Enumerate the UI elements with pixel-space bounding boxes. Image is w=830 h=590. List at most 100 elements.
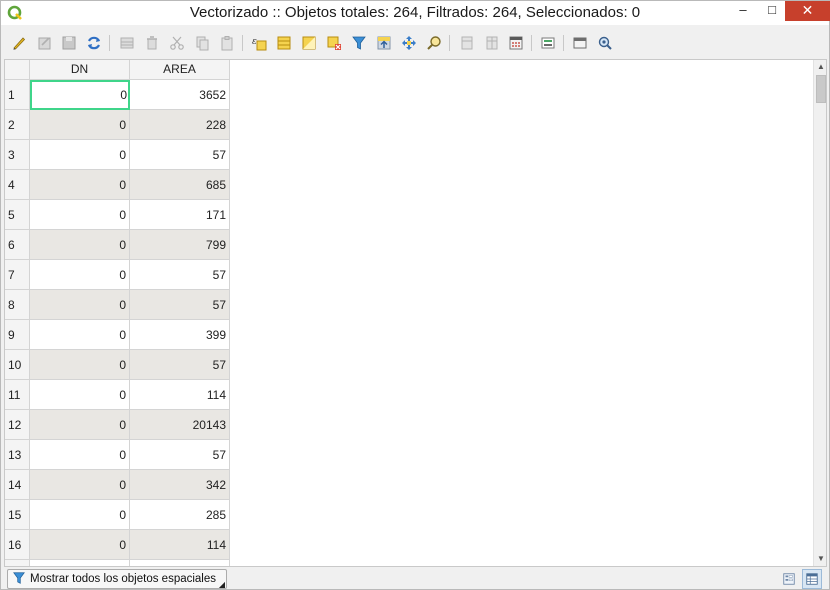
cell-dn[interactable]: 0	[30, 530, 130, 560]
deselect-all-icon[interactable]	[324, 33, 344, 53]
row-header[interactable]: 10	[5, 350, 30, 380]
cell-dn[interactable]: 0	[30, 440, 130, 470]
row-header[interactable]: 6	[5, 230, 30, 260]
table-row[interactable]: 17	[5, 560, 230, 566]
cell-dn[interactable]: 0	[30, 170, 130, 200]
cell-area[interactable]	[130, 560, 230, 566]
invert-selection-icon[interactable]	[299, 33, 319, 53]
cell-area[interactable]: 342	[130, 470, 230, 500]
table-row[interactable]: 16 0 114	[5, 530, 230, 560]
table-row[interactable]: 14 0 342	[5, 470, 230, 500]
conditional-formatting-icon[interactable]	[538, 33, 558, 53]
save-edits-icon[interactable]	[59, 33, 79, 53]
cell-area[interactable]: 799	[130, 230, 230, 260]
cell-dn[interactable]: 0	[30, 320, 130, 350]
cell-area[interactable]: 114	[130, 530, 230, 560]
vertical-scrollbar[interactable]: ▲ ▼	[813, 60, 826, 566]
scrollbar-thumb[interactable]	[816, 75, 826, 103]
table-row[interactable]: 1 0 3652	[5, 80, 230, 110]
cut-icon[interactable]	[167, 33, 187, 53]
reload-table-icon[interactable]	[84, 33, 104, 53]
column-header-area[interactable]: AREA	[130, 60, 230, 80]
row-header[interactable]: 14	[5, 470, 30, 500]
cell-area[interactable]: 285	[130, 500, 230, 530]
table-row[interactable]: 15 0 285	[5, 500, 230, 530]
table-view-icon[interactable]	[802, 569, 822, 589]
table-row[interactable]: 5 0 171	[5, 200, 230, 230]
select-by-expression-icon[interactable]: ε	[249, 33, 269, 53]
field-calculator-icon[interactable]	[506, 33, 526, 53]
row-header[interactable]: 15	[5, 500, 30, 530]
cell-dn[interactable]: 0	[30, 500, 130, 530]
table-row[interactable]: 8 0 57	[5, 290, 230, 320]
scroll-down-arrow-icon[interactable]: ▼	[814, 552, 826, 566]
form-view-icon[interactable]	[779, 569, 799, 589]
row-header[interactable]: 16	[5, 530, 30, 560]
delete-field-icon[interactable]	[482, 33, 502, 53]
cell-dn[interactable]: 0	[30, 410, 130, 440]
cell-dn[interactable]: 0	[30, 380, 130, 410]
cell-dn[interactable]: 0	[30, 110, 130, 140]
cell-area[interactable]: 57	[130, 440, 230, 470]
cell-area[interactable]: 57	[130, 290, 230, 320]
cell-dn[interactable]: 0	[30, 140, 130, 170]
cell-dn[interactable]: 0	[30, 230, 130, 260]
attribute-table[interactable]: DN AREA 1 0 3652 2 0 228 3 0 57 4 0 685	[4, 59, 827, 567]
add-feature-icon[interactable]	[117, 33, 137, 53]
new-field-icon[interactable]	[457, 33, 477, 53]
zoom-to-selected-icon[interactable]	[424, 33, 444, 53]
row-header[interactable]: 7	[5, 260, 30, 290]
copy-icon[interactable]	[192, 33, 212, 53]
cell-dn[interactable]: 0	[30, 80, 130, 110]
row-header[interactable]: 4	[5, 170, 30, 200]
row-header[interactable]: 11	[5, 380, 30, 410]
cell-dn[interactable]: 0	[30, 260, 130, 290]
cell-area[interactable]: 57	[130, 260, 230, 290]
table-row[interactable]: 13 0 57	[5, 440, 230, 470]
table-row[interactable]: 6 0 799	[5, 230, 230, 260]
scroll-up-arrow-icon[interactable]: ▲	[814, 60, 826, 74]
paste-icon[interactable]	[217, 33, 237, 53]
row-header[interactable]: 5	[5, 200, 30, 230]
cell-dn[interactable]	[30, 560, 130, 566]
delete-selected-icon[interactable]	[142, 33, 162, 53]
pan-to-selected-icon[interactable]	[399, 33, 419, 53]
table-row[interactable]: 9 0 399	[5, 320, 230, 350]
row-header[interactable]: 2	[5, 110, 30, 140]
dock-toggle-icon[interactable]	[595, 33, 615, 53]
table-row[interactable]: 2 0 228	[5, 110, 230, 140]
table-row[interactable]: 7 0 57	[5, 260, 230, 290]
row-header[interactable]: 17	[5, 560, 30, 566]
cell-area[interactable]: 171	[130, 200, 230, 230]
table-row[interactable]: 10 0 57	[5, 350, 230, 380]
row-header[interactable]: 1	[5, 80, 30, 110]
row-header[interactable]: 9	[5, 320, 30, 350]
row-header[interactable]: 12	[5, 410, 30, 440]
table-row[interactable]: 11 0 114	[5, 380, 230, 410]
cell-area[interactable]: 685	[130, 170, 230, 200]
cell-area[interactable]: 399	[130, 320, 230, 350]
move-selection-top-icon[interactable]	[374, 33, 394, 53]
minimize-button[interactable]: –	[728, 1, 758, 21]
cell-area[interactable]: 57	[130, 140, 230, 170]
cell-area[interactable]: 57	[130, 350, 230, 380]
table-row[interactable]: 12 0 20143	[5, 410, 230, 440]
table-row[interactable]: 4 0 685	[5, 170, 230, 200]
actions-icon[interactable]	[570, 33, 590, 53]
row-header[interactable]: 3	[5, 140, 30, 170]
cell-dn[interactable]: 0	[30, 470, 130, 500]
table-corner-button[interactable]	[5, 60, 30, 80]
cell-dn[interactable]: 0	[30, 350, 130, 380]
table-row[interactable]: 3 0 57	[5, 140, 230, 170]
cell-dn[interactable]: 0	[30, 200, 130, 230]
filter-select-icon[interactable]	[349, 33, 369, 53]
column-header-dn[interactable]: DN	[30, 60, 130, 80]
row-header[interactable]: 13	[5, 440, 30, 470]
cell-area[interactable]: 114	[130, 380, 230, 410]
row-header[interactable]: 8	[5, 290, 30, 320]
close-button[interactable]: ✕	[785, 1, 830, 21]
cell-area[interactable]: 228	[130, 110, 230, 140]
cell-dn[interactable]: 0	[30, 290, 130, 320]
cell-area[interactable]: 3652	[130, 80, 230, 110]
cell-area[interactable]: 20143	[130, 410, 230, 440]
